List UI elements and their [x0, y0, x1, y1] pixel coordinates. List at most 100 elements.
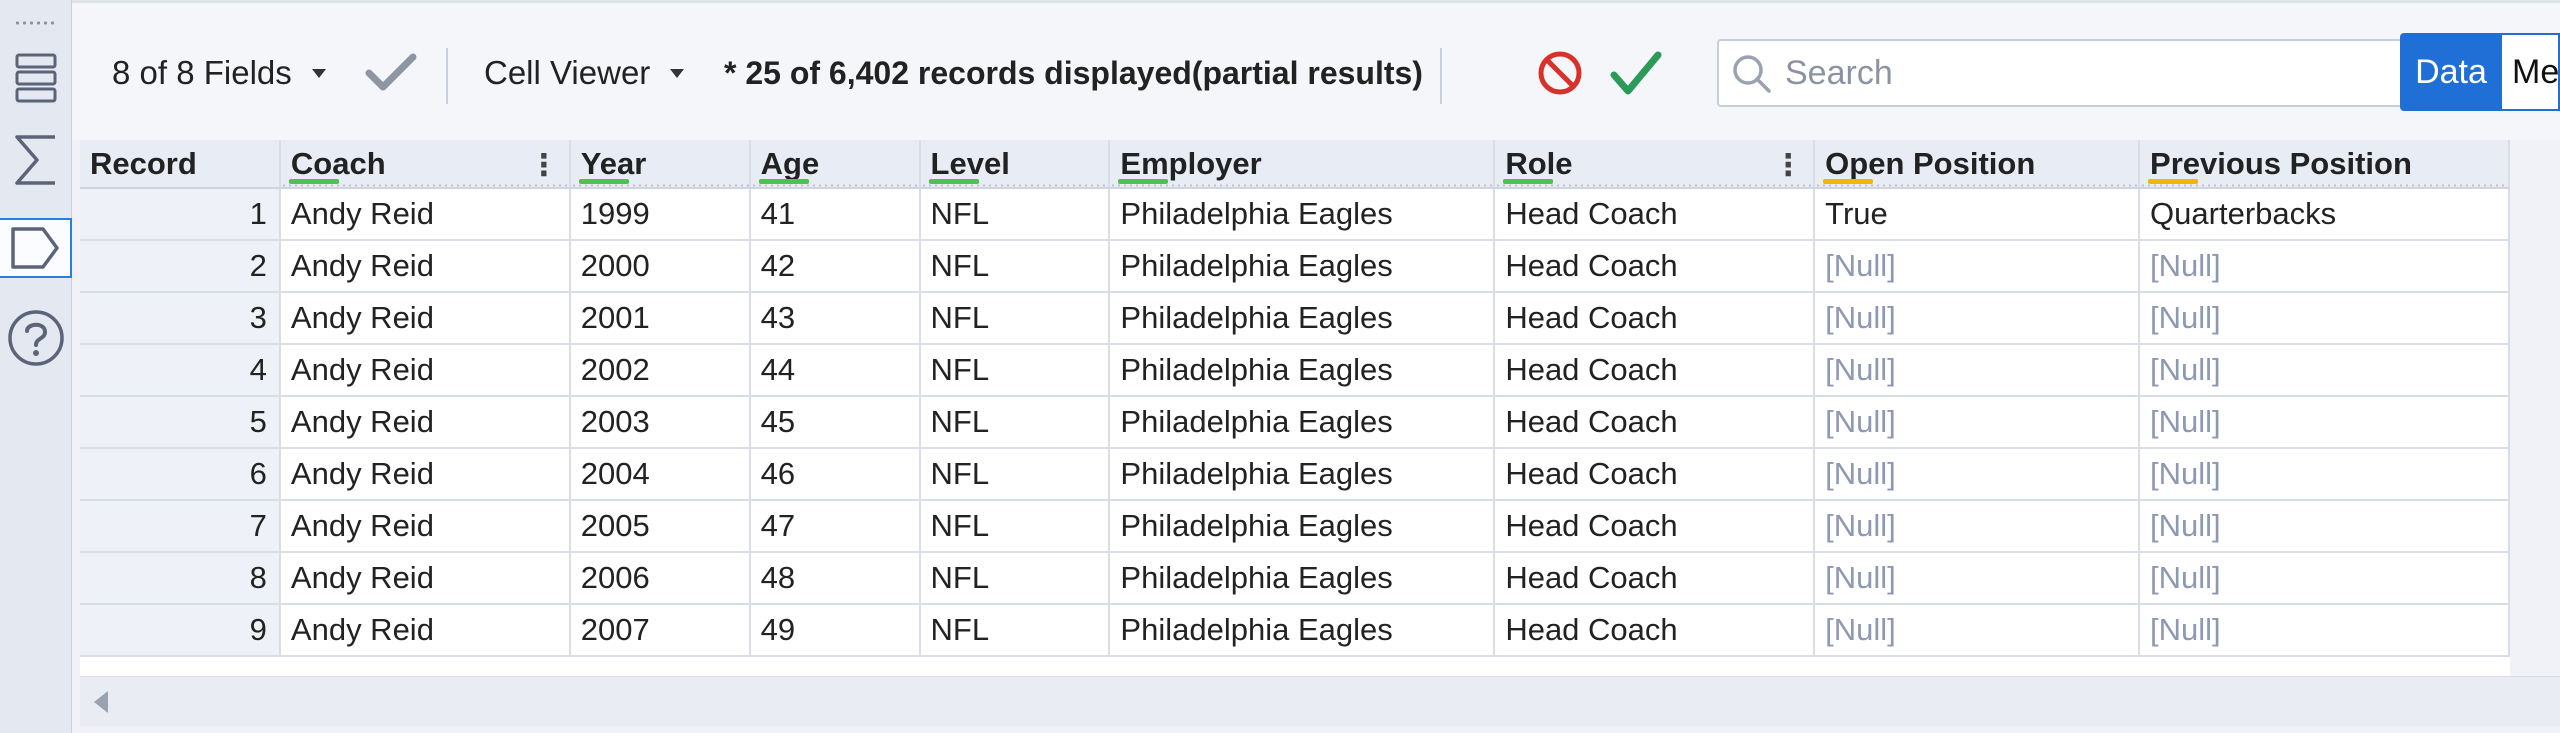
table-cell[interactable]: Head Coach	[1494, 344, 1816, 397]
table-cell[interactable]: 2007	[569, 604, 751, 657]
tab-metadata[interactable]: Me	[2502, 33, 2560, 111]
table-row[interactable]: 4 Andy Reid 2002 44 NFL Philadelphia Eagles He…	[80, 344, 2510, 397]
table-cell[interactable]: 2004	[569, 448, 751, 501]
fields-dropdown[interactable]: 8 of 8 Fields	[112, 3, 326, 143]
table-cell[interactable]: 2001	[569, 292, 751, 345]
table-cell[interactable]: Philadelphia Eagles	[1109, 344, 1496, 397]
table-cell[interactable]: [Null]	[2139, 500, 2510, 553]
table-row[interactable]: 8 Andy Reid 2006 48 NFL Philadelphia Eagles He…	[80, 552, 2510, 605]
table-cell[interactable]: Head Coach	[1494, 448, 1816, 501]
table-cell[interactable]: 2003	[569, 396, 751, 449]
horizontal-scrollbar[interactable]	[80, 676, 2560, 726]
table-cell[interactable]: [Null]	[2139, 292, 2510, 345]
table-cell[interactable]: [Null]	[2139, 604, 2510, 657]
table-cell[interactable]: [Null]	[1814, 604, 2141, 657]
table-cell[interactable]: Philadelphia Eagles	[1109, 188, 1496, 241]
table-cell[interactable]: Andy Reid	[279, 448, 571, 501]
table-cell[interactable]: Philadelphia Eagles	[1109, 240, 1496, 293]
table-cell[interactable]: Head Coach	[1494, 604, 1816, 657]
table-cell[interactable]: [Null]	[2139, 448, 2510, 501]
table-cell[interactable]: Head Coach	[1494, 240, 1816, 293]
table-cell[interactable]: 41	[749, 188, 921, 241]
table-cell[interactable]: Head Coach	[1494, 396, 1816, 449]
table-cell[interactable]: NFL	[919, 604, 1111, 657]
table-cell[interactable]: Philadelphia Eagles	[1109, 448, 1496, 501]
table-cell[interactable]: [Null]	[2139, 552, 2510, 605]
table-cell[interactable]: Head Coach	[1494, 188, 1816, 241]
table-cell[interactable]: NFL	[919, 344, 1111, 397]
tag-icon[interactable]	[0, 218, 72, 278]
cell-viewer-dropdown[interactable]: Cell Viewer	[484, 3, 685, 143]
table-cell[interactable]: Andy Reid	[279, 344, 571, 397]
table-cell[interactable]: 2002	[569, 344, 751, 397]
table-cell[interactable]: Philadelphia Eagles	[1109, 292, 1496, 345]
table-cell[interactable]: [Null]	[1814, 396, 2141, 449]
table-cell[interactable]: NFL	[919, 292, 1111, 345]
table-cell[interactable]: Philadelphia Eagles	[1109, 396, 1496, 449]
table-cell[interactable]: Andy Reid	[279, 292, 571, 345]
table-cell[interactable]: [Null]	[2139, 396, 2510, 449]
table-cell[interactable]: Andy Reid	[279, 188, 571, 241]
table-cell[interactable]: 42	[749, 240, 921, 293]
table-cell[interactable]: Andy Reid	[279, 552, 571, 605]
table-cell[interactable]: NFL	[919, 552, 1111, 605]
table-cell[interactable]: 46	[749, 448, 921, 501]
table-rows-icon[interactable]	[6, 48, 66, 108]
table-cell[interactable]: 47	[749, 500, 921, 553]
search-input[interactable]	[1785, 53, 2385, 93]
drag-grip[interactable]	[14, 20, 58, 26]
table-cell[interactable]: Quarterbacks	[2139, 188, 2510, 241]
table-cell[interactable]: Head Coach	[1494, 500, 1816, 553]
column-header-coach[interactable]: Coach ⋮	[279, 140, 571, 189]
column-header-age[interactable]: Age	[749, 140, 921, 189]
search-box[interactable]	[1717, 39, 2444, 107]
table-cell[interactable]: Andy Reid	[279, 604, 571, 657]
table-cell[interactable]: Philadelphia Eagles	[1109, 552, 1496, 605]
table-cell[interactable]: 45	[749, 396, 921, 449]
apply-button[interactable]	[1610, 3, 1662, 143]
table-cell[interactable]: [Null]	[1814, 292, 2141, 345]
column-menu-icon[interactable]: ⋮	[529, 148, 559, 183]
table-cell[interactable]: [Null]	[1814, 448, 2141, 501]
table-cell[interactable]: NFL	[919, 448, 1111, 501]
table-cell[interactable]: Andy Reid	[279, 500, 571, 553]
sigma-icon[interactable]	[6, 130, 66, 190]
table-row[interactable]: 3 Andy Reid 2001 43 NFL Philadelphia Eagles He…	[80, 292, 2510, 345]
table-cell[interactable]: Philadelphia Eagles	[1109, 604, 1496, 657]
table-row[interactable]: 2 Andy Reid 2000 42 NFL Philadelphia Eagles He…	[80, 240, 2510, 293]
table-cell[interactable]: [Null]	[2139, 344, 2510, 397]
table-cell[interactable]: 49	[749, 604, 921, 657]
table-row[interactable]: 5 Andy Reid 2003 45 NFL Philadelphia Eagles He…	[80, 396, 2510, 449]
table-cell[interactable]: Andy Reid	[279, 240, 571, 293]
table-cell[interactable]: 43	[749, 292, 921, 345]
table-cell[interactable]: [Null]	[2139, 240, 2510, 293]
tab-data[interactable]: Data	[2400, 33, 2502, 111]
table-cell[interactable]: NFL	[919, 240, 1111, 293]
table-row[interactable]: 7 Andy Reid 2005 47 NFL Philadelphia Eagles He…	[80, 500, 2510, 553]
column-menu-icon[interactable]: ⋮	[1773, 148, 1803, 183]
table-cell[interactable]: 1999	[569, 188, 751, 241]
table-cell[interactable]: [Null]	[1814, 344, 2141, 397]
table-row[interactable]: 1 Andy Reid 1999 41 NFL Philadelphia Eagles He…	[80, 188, 2510, 241]
table-cell[interactable]: [Null]	[1814, 552, 2141, 605]
table-cell[interactable]: NFL	[919, 396, 1111, 449]
table-cell[interactable]: Head Coach	[1494, 552, 1816, 605]
column-header-record[interactable]: Record	[80, 140, 281, 189]
help-icon[interactable]	[6, 308, 66, 368]
table-cell[interactable]: NFL	[919, 188, 1111, 241]
table-cell[interactable]: 2006	[569, 552, 751, 605]
cancel-button[interactable]	[1536, 3, 1584, 143]
scroll-left-icon[interactable]	[94, 691, 108, 713]
table-cell[interactable]: True	[1814, 188, 2141, 241]
table-cell[interactable]: 2005	[569, 500, 751, 553]
table-cell[interactable]: Head Coach	[1494, 292, 1816, 345]
table-cell[interactable]: NFL	[919, 500, 1111, 553]
table-cell[interactable]: 44	[749, 344, 921, 397]
table-cell[interactable]: [Null]	[1814, 240, 2141, 293]
confirm-fields-button[interactable]	[365, 3, 417, 143]
column-header-employer[interactable]: Employer	[1109, 140, 1496, 189]
column-header-year[interactable]: Year	[569, 140, 751, 189]
column-header-previous-position[interactable]: Previous Position	[2139, 140, 2510, 189]
table-cell[interactable]: 2000	[569, 240, 751, 293]
table-cell[interactable]: Philadelphia Eagles	[1109, 500, 1496, 553]
